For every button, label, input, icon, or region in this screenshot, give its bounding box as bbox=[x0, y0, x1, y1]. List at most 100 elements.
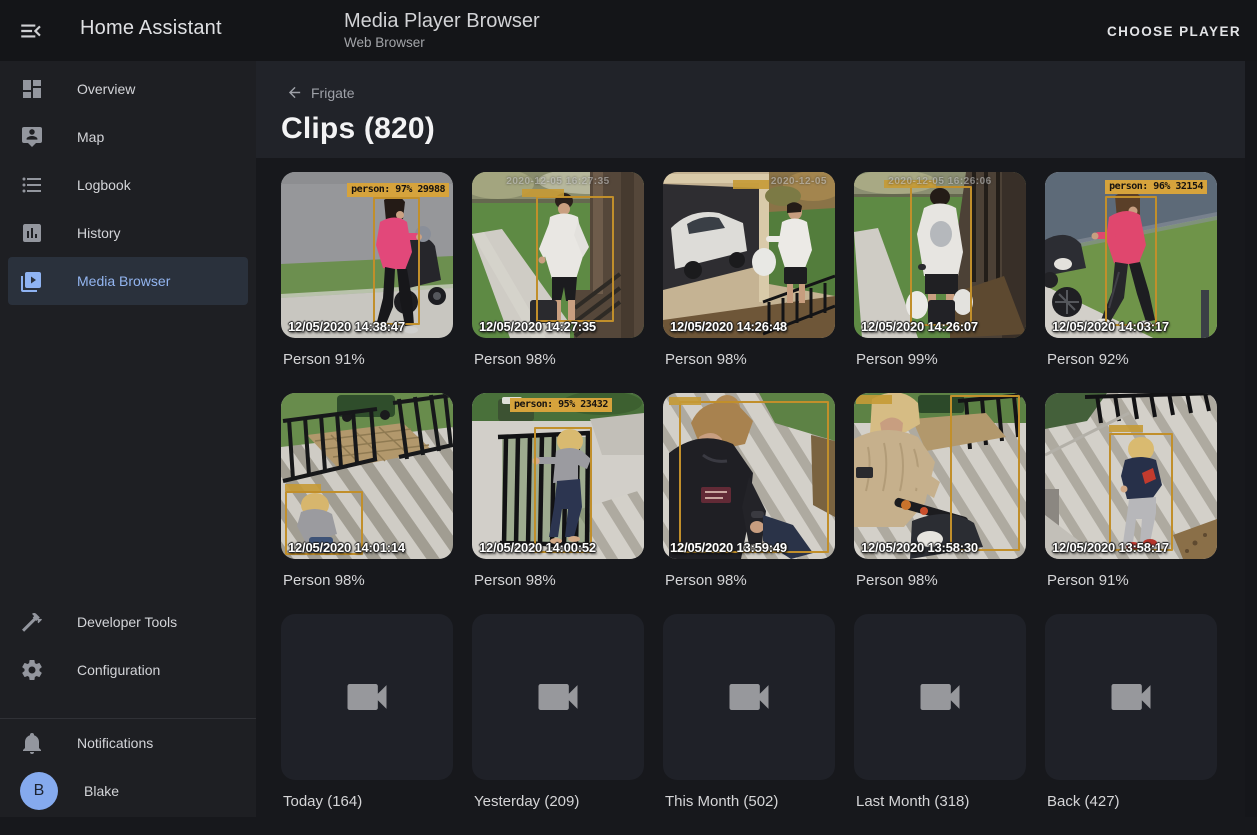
detection-bbox bbox=[373, 197, 420, 325]
folder-card-yesterday[interactable]: Yesterday (209) bbox=[472, 614, 644, 835]
clip-thumbnail: 2020-12-05 16:26:06 12/05/2020 14:26:07 bbox=[854, 172, 1026, 338]
logbook-icon bbox=[20, 173, 44, 197]
media-browser-icon bbox=[20, 269, 44, 293]
folder-thumbnail bbox=[281, 614, 453, 780]
clip-card[interactable]: person: 97% 29988 12/05/2020 14:38:47 Pe… bbox=[281, 172, 453, 393]
clip-thumbnail: 2020-12-05 12/05/2020 14:26:48 bbox=[663, 172, 835, 338]
choose-player-button[interactable]: CHOOSE PLAYER bbox=[1107, 17, 1241, 45]
clip-thumbnail: 12/05/2020 14:01:14 bbox=[281, 393, 453, 559]
clip-timestamp: 12/05/2020 14:03:17 bbox=[1052, 319, 1169, 334]
dashboard-icon bbox=[20, 77, 44, 101]
hammer-icon bbox=[20, 610, 44, 634]
clip-label: Person 98% bbox=[856, 572, 1026, 589]
mini-detection-chip bbox=[1109, 425, 1143, 432]
clip-thumbnail: 12/05/2020 13:59:49 bbox=[663, 393, 835, 559]
breadcrumb-label: Frigate bbox=[311, 85, 355, 101]
folder-label: Last Month (318) bbox=[856, 793, 1026, 810]
breadcrumb[interactable]: Frigate bbox=[286, 84, 1245, 101]
clip-card[interactable]: 2020-12-05 12/05/2020 14:26:48 Person 98… bbox=[663, 172, 835, 393]
clip-card[interactable]: 2020-12-05 16:26:06 12/05/2020 14:26:07 … bbox=[854, 172, 1026, 393]
folder-card-last-month[interactable]: Last Month (318) bbox=[854, 614, 1026, 835]
clip-label: Person 98% bbox=[474, 572, 644, 589]
folder-label: Back (427) bbox=[1047, 793, 1217, 810]
folder-card-today[interactable]: Today (164) bbox=[281, 614, 453, 835]
clip-card[interactable]: 12/05/2020 14:01:14 Person 98% bbox=[281, 393, 453, 614]
folder-card-this-month[interactable]: This Month (502) bbox=[663, 614, 835, 835]
clip-timestamp: 12/05/2020 14:26:48 bbox=[670, 319, 787, 334]
detection-chip: person: 97% 29988 bbox=[347, 183, 449, 197]
folder-label: Today (164) bbox=[283, 793, 453, 810]
camera-osd-text: 2020-12-05 16:27:35 bbox=[472, 176, 644, 187]
history-icon bbox=[20, 221, 44, 245]
clip-card[interactable]: person: 96% 32154 12/05/2020 14:03:17 Pe… bbox=[1045, 172, 1217, 393]
folder-thumbnail bbox=[854, 614, 1026, 780]
video-icon bbox=[532, 671, 584, 723]
sidebar-item-logbook[interactable]: Logbook bbox=[8, 161, 248, 209]
sidebar-item-media-browser[interactable]: Media Browser bbox=[8, 257, 248, 305]
folder-thumbnail bbox=[1045, 614, 1217, 780]
sidebar-item-notifications[interactable]: Notifications bbox=[8, 719, 248, 767]
clip-card[interactable]: 12/05/2020 13:58:17 Person 91% bbox=[1045, 393, 1217, 614]
clip-thumbnail: person: 95% 23432 12/05/2020 14:00:52 bbox=[472, 393, 644, 559]
video-icon bbox=[914, 671, 966, 723]
clip-timestamp: 12/05/2020 14:26:07 bbox=[861, 319, 978, 334]
mini-detection-chip bbox=[669, 397, 701, 405]
clip-card[interactable]: 12/05/2020 13:59:49 Person 98% bbox=[663, 393, 835, 614]
detection-bbox bbox=[536, 196, 614, 322]
clip-label: Person 91% bbox=[1047, 572, 1217, 589]
detection-bbox bbox=[1109, 433, 1173, 551]
clip-timestamp: 12/05/2020 13:58:30 bbox=[861, 540, 978, 555]
sidebar-item-configuration[interactable]: Configuration bbox=[8, 646, 248, 694]
detection-bbox bbox=[910, 186, 972, 326]
app-title: Home Assistant bbox=[80, 17, 222, 40]
camera-osd-text: 2020-12-05 16:26:06 bbox=[854, 176, 1026, 187]
clip-thumbnail: 12/05/2020 13:58:30 bbox=[854, 393, 1026, 559]
sidebar-item-overview[interactable]: Overview bbox=[8, 65, 248, 113]
clip-label: Person 98% bbox=[283, 572, 453, 589]
menu-open-icon[interactable] bbox=[18, 18, 44, 44]
folder-label: Yesterday (209) bbox=[474, 793, 644, 810]
folder-thumbnail bbox=[472, 614, 644, 780]
clip-thumbnail: 2020-12-05 16:27:35 12/05/2020 14:27:35 bbox=[472, 172, 644, 338]
detection-chip: person: 96% 32154 bbox=[1105, 180, 1207, 194]
clip-thumbnail: person: 96% 32154 12/05/2020 14:03:17 bbox=[1045, 172, 1217, 338]
video-icon bbox=[723, 671, 775, 723]
detection-bbox bbox=[534, 427, 592, 553]
clip-timestamp: 12/05/2020 13:58:17 bbox=[1052, 540, 1169, 555]
clip-timestamp: 12/05/2020 14:27:35 bbox=[479, 319, 596, 334]
clip-card[interactable]: 2020-12-05 16:27:35 12/05/2020 14:27:35 … bbox=[472, 172, 644, 393]
map-icon bbox=[20, 125, 44, 149]
clip-label: Person 98% bbox=[665, 351, 835, 368]
clip-card[interactable]: person: 95% 23432 12/05/2020 14:00:52 Pe… bbox=[472, 393, 644, 614]
clip-label: Person 98% bbox=[474, 351, 644, 368]
arrow-left-icon bbox=[286, 84, 303, 101]
scrollbar-track[interactable] bbox=[1245, 61, 1257, 817]
clips-grid: person: 97% 29988 12/05/2020 14:38:47 Pe… bbox=[281, 172, 1217, 835]
sidebar-item-label: Map bbox=[77, 129, 104, 145]
clip-card[interactable]: 12/05/2020 13:58:30 Person 98% bbox=[854, 393, 1026, 614]
sidebar-item-map[interactable]: Map bbox=[8, 113, 248, 161]
clip-timestamp: 12/05/2020 14:01:14 bbox=[288, 540, 405, 555]
detection-bbox bbox=[1105, 196, 1157, 326]
clip-thumbnail: person: 97% 29988 12/05/2020 14:38:47 bbox=[281, 172, 453, 338]
sidebar-item-history[interactable]: History bbox=[8, 209, 248, 257]
page-title: Clips (820) bbox=[281, 112, 1245, 146]
clip-timestamp: 12/05/2020 13:59:49 bbox=[670, 540, 787, 555]
app-top-bar: Home Assistant Media Player Browser Web … bbox=[0, 0, 1257, 61]
bell-icon bbox=[20, 731, 44, 755]
toolbar-subtitle: Web Browser bbox=[344, 34, 540, 52]
folder-label: This Month (502) bbox=[665, 793, 835, 810]
sidebar-item-user[interactable]: B Blake bbox=[8, 767, 248, 815]
mini-detection-chip bbox=[856, 395, 892, 404]
avatar: B bbox=[20, 772, 58, 810]
folder-card-back[interactable]: Back (427) bbox=[1045, 614, 1217, 835]
folder-thumbnail bbox=[663, 614, 835, 780]
detection-chip: person: 95% 23432 bbox=[510, 398, 612, 412]
sidebar-item-developer-tools[interactable]: Developer Tools bbox=[8, 598, 248, 646]
clip-label: Person 92% bbox=[1047, 351, 1217, 368]
gear-icon bbox=[20, 658, 44, 682]
clip-label: Person 99% bbox=[856, 351, 1026, 368]
mini-detection-chip bbox=[285, 484, 321, 491]
sidebar: Overview Map Logbook History Media Brows… bbox=[0, 61, 256, 817]
sidebar-item-label: Developer Tools bbox=[77, 614, 177, 630]
